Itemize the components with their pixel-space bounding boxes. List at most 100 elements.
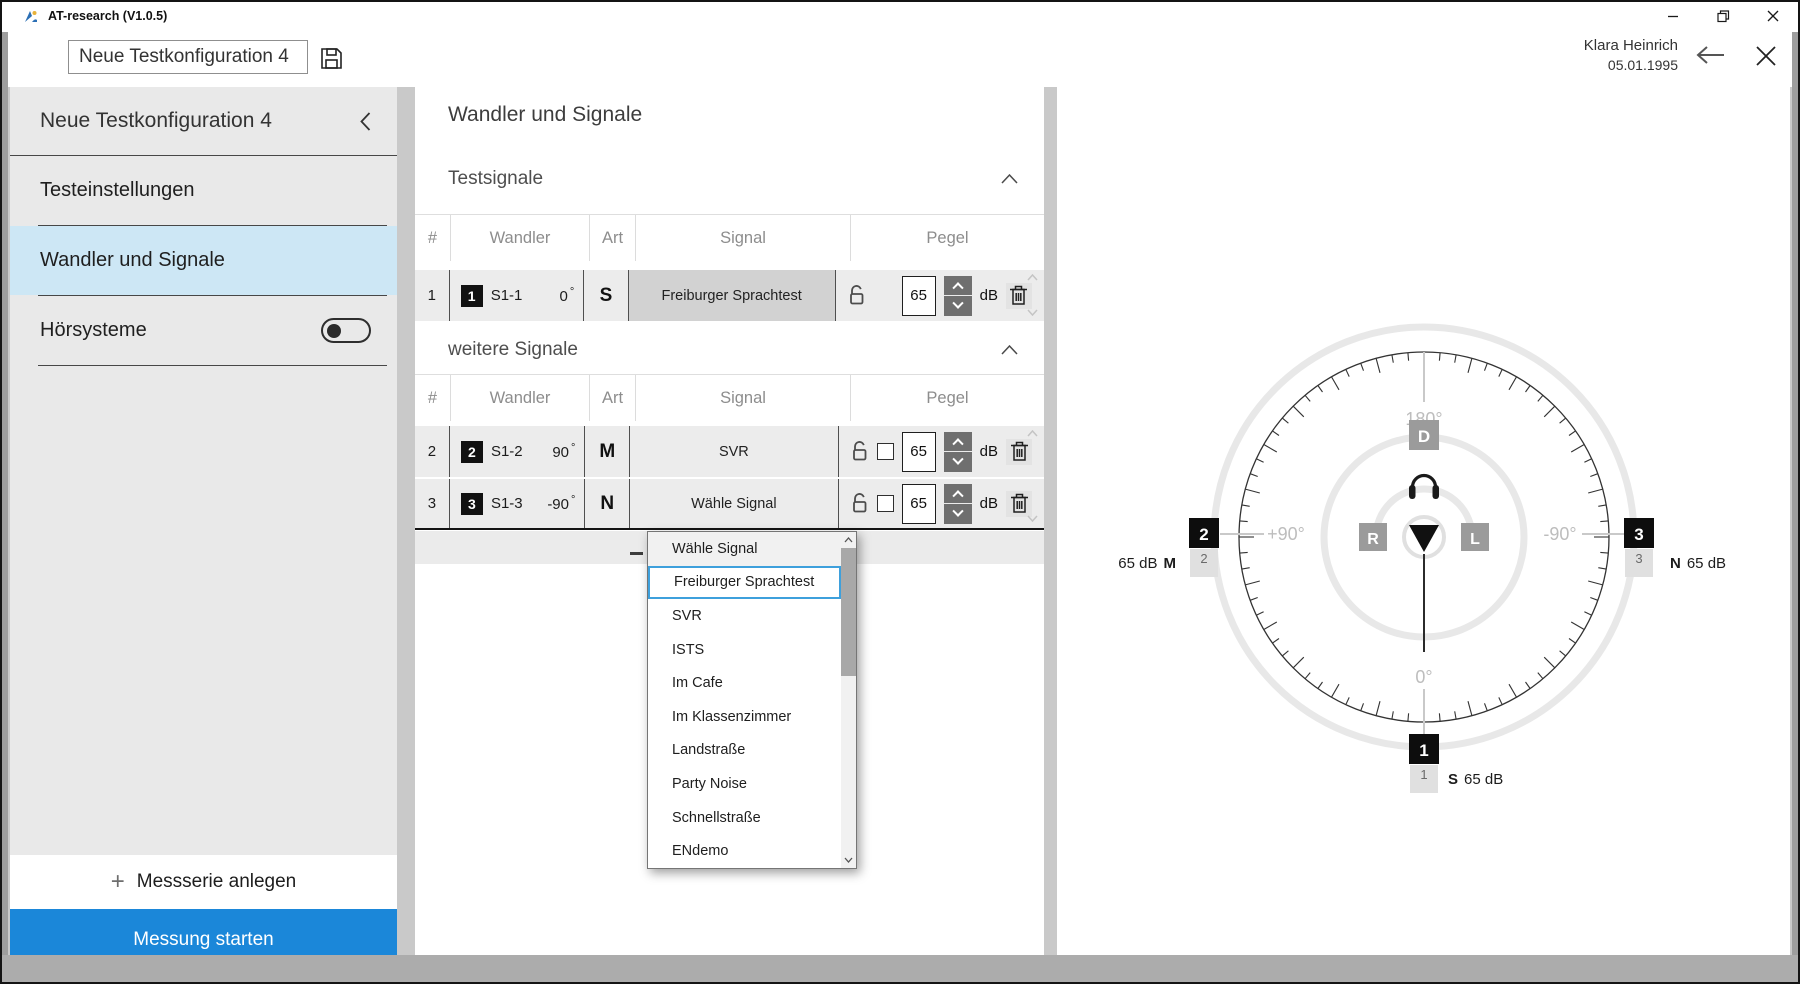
art-cell: M xyxy=(585,426,630,477)
scroll-up-icon[interactable] xyxy=(1027,430,1038,437)
collapse-section-icon[interactable] xyxy=(1001,174,1018,184)
sidebar-item-label: Hörsysteme xyxy=(40,319,147,342)
dropdown-option[interactable]: Im Klassenzimmer xyxy=(648,700,841,734)
sidebar-config-title[interactable]: Neue Testkonfiguration 4 xyxy=(10,87,397,155)
unlock-icon[interactable] xyxy=(850,492,869,515)
trash-icon xyxy=(1009,285,1028,306)
level-up-button[interactable] xyxy=(944,484,972,504)
config-name-input[interactable] xyxy=(68,40,308,74)
wandler-cell[interactable]: 2 S1-2 90° xyxy=(450,426,585,477)
col-wandler: Wandler xyxy=(451,375,590,421)
section-title: weitere Signale xyxy=(448,339,578,361)
signal-select[interactable]: Wähle Signal xyxy=(630,479,839,528)
section-header-testsignale: Testsignale xyxy=(448,159,1018,199)
close-patient-icon[interactable] xyxy=(1754,44,1778,71)
section-title: Testsignale xyxy=(448,168,543,190)
save-icon[interactable] xyxy=(318,45,344,71)
col-wandler: Wandler xyxy=(451,215,590,261)
table-row: 1 1 S1-1 0° S Freiburger Sprachtest 65 d… xyxy=(415,270,1044,321)
minimize-button[interactable] xyxy=(1648,2,1698,30)
sidebar-item-hoersysteme[interactable]: Hörsysteme xyxy=(10,296,397,365)
chevron-up-icon xyxy=(952,490,963,501)
degree-symbol: ° xyxy=(571,494,575,506)
art-cell: S xyxy=(584,270,628,321)
dropdown-option[interactable]: Schnellstraße xyxy=(648,801,841,835)
unlock-icon[interactable] xyxy=(847,284,866,307)
patient-info: Klara Heinrich 05.01.1995 xyxy=(1584,36,1678,75)
wandler-cell[interactable]: 3 S1-3 -90° xyxy=(450,479,585,528)
wandler-cell[interactable]: 1 S1-1 0° xyxy=(450,270,585,321)
source-3-number: 3 xyxy=(1634,525,1643,544)
delete-row-button[interactable] xyxy=(1006,439,1032,465)
sidebar-item-wandler-und-signale[interactable]: Wandler und Signale xyxy=(10,226,397,295)
link-checkbox[interactable] xyxy=(877,443,894,460)
table-header: # Wandler Art Signal Pegel xyxy=(415,214,1044,261)
signal-dropdown-list: Wähle Signal Freiburger Sprachtest SVR I… xyxy=(648,532,841,868)
dropdown-option[interactable]: Freiburger Sprachtest xyxy=(648,566,841,600)
direct-sound-label: D xyxy=(1418,427,1430,446)
hoersysteme-toggle[interactable] xyxy=(321,318,371,343)
close-window-button[interactable] xyxy=(1748,2,1798,30)
scroll-down-icon[interactable] xyxy=(841,854,856,866)
dropdown-option[interactable]: Wähle Signal xyxy=(648,532,841,566)
dropdown-option[interactable]: ISTS xyxy=(648,633,841,667)
label-plus90deg: +90° xyxy=(1267,524,1305,544)
level-up-button[interactable] xyxy=(944,276,972,296)
source-3-marker[interactable]: 3 3 N65 dB xyxy=(1624,518,1726,577)
source-2-marker[interactable]: 2 2 65 dBM xyxy=(1118,518,1219,577)
back-arrow-icon[interactable] xyxy=(1694,44,1726,69)
level-down-button[interactable] xyxy=(944,504,972,524)
patient-name: Klara Heinrich xyxy=(1584,36,1678,56)
level-input[interactable]: 65 xyxy=(902,276,936,316)
level-up-button[interactable] xyxy=(944,432,972,452)
trash-icon xyxy=(1010,441,1029,462)
dropdown-option[interactable]: Landstraße xyxy=(648,734,841,768)
delete-row-button[interactable] xyxy=(1006,491,1032,517)
window-frame-right xyxy=(1792,32,1798,982)
dropdown-option[interactable]: Im Cafe xyxy=(648,666,841,700)
dropdown-option[interactable]: ENdemo xyxy=(648,834,841,868)
sidebar-item-testeinstellungen[interactable]: Testeinstellungen xyxy=(10,156,397,225)
pegel-cell: 65 dB xyxy=(839,479,1044,528)
level-down-button[interactable] xyxy=(944,296,972,316)
unit-label: dB xyxy=(980,495,998,512)
degree-symbol: ° xyxy=(570,286,574,298)
table-row: 2 2 S1-2 90° M SVR 65 dB xyxy=(415,426,1044,477)
level-input[interactable]: 65 xyxy=(902,432,936,472)
dropdown-scrollbar[interactable] xyxy=(841,532,856,868)
scroll-up-icon[interactable] xyxy=(841,534,856,546)
signal-select[interactable]: Freiburger Sprachtest xyxy=(629,270,836,321)
level-input[interactable]: 65 xyxy=(902,484,936,524)
section-header-weitere-signale: weitere Signale xyxy=(448,330,1018,370)
dropdown-option[interactable]: Party Noise xyxy=(648,767,841,801)
app-window: AT-research (V1.0.5) Kla xyxy=(0,0,1800,984)
signal-select[interactable]: SVR xyxy=(630,426,839,477)
source-1-number: 1 xyxy=(1419,741,1428,760)
row-number: 1 xyxy=(415,270,450,321)
dropdown-option[interactable]: SVR xyxy=(648,599,841,633)
restore-button[interactable] xyxy=(1698,2,1748,30)
unlock-icon[interactable] xyxy=(850,440,869,463)
level-down-button[interactable] xyxy=(944,452,972,472)
link-checkbox[interactable] xyxy=(877,495,894,512)
add-measurement-series-button[interactable]: + Messserie anlegen xyxy=(10,855,397,909)
collapse-section-icon[interactable] xyxy=(1001,345,1018,355)
sidebar-item-label: Testeinstellungen xyxy=(40,179,195,202)
col-num: # xyxy=(415,215,451,261)
delete-row-button[interactable] xyxy=(1006,283,1032,309)
divider-stub xyxy=(630,552,643,555)
sidebar: Neue Testkonfiguration 4 Testeinstellung… xyxy=(10,87,397,970)
scroll-up-icon[interactable] xyxy=(1027,274,1038,281)
collapse-chevron-icon[interactable] xyxy=(360,112,371,131)
chevron-down-icon xyxy=(952,453,963,464)
page-title: Wandler und Signale xyxy=(448,103,642,127)
scrollbar-thumb[interactable] xyxy=(841,548,856,676)
scroll-down-icon[interactable] xyxy=(1027,309,1038,316)
source-2-sub-number: 2 xyxy=(1200,551,1207,566)
angle-value: 90° xyxy=(552,442,575,461)
scroll-down-icon[interactable] xyxy=(1027,515,1038,522)
app-logo-icon xyxy=(24,9,39,24)
chevron-up-icon xyxy=(952,282,963,293)
col-pegel: Pegel xyxy=(851,215,1044,261)
level-stepper xyxy=(944,432,972,472)
